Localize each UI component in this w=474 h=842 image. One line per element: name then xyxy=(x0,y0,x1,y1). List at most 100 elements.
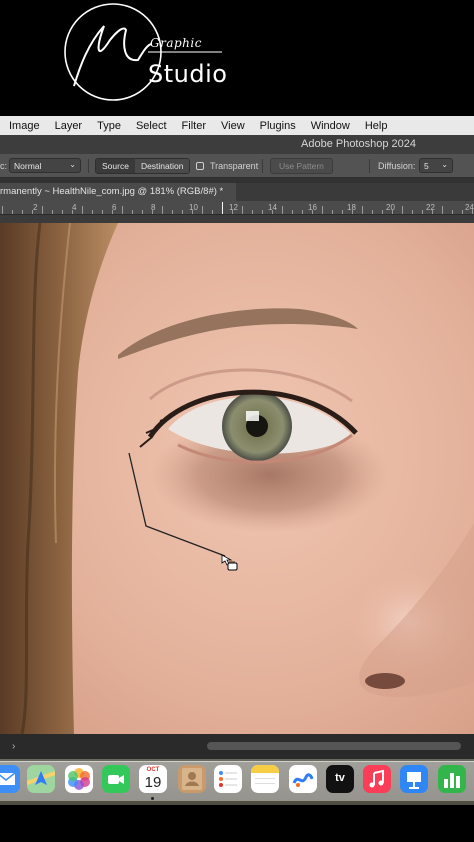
ruler-tick xyxy=(392,210,393,214)
ruler-tick xyxy=(102,210,103,214)
ruler-tick xyxy=(462,210,463,214)
ruler-tick xyxy=(22,210,23,214)
music-icon[interactable] xyxy=(363,765,391,793)
mail-icon[interactable] xyxy=(0,765,20,793)
ruler-gutter xyxy=(0,215,474,223)
bottom-bar xyxy=(0,805,474,842)
ruler-tick xyxy=(262,210,263,214)
ruler-tick xyxy=(372,210,373,214)
logo-studio-text: Studio xyxy=(148,60,228,88)
horizontal-scrollbar[interactable]: › xyxy=(0,734,474,759)
ruler-tick xyxy=(152,210,153,214)
ruler-tick xyxy=(212,210,213,214)
ruler-label: 12 xyxy=(229,203,238,212)
maps-icon[interactable] xyxy=(27,765,55,793)
ruler-tick xyxy=(402,206,403,214)
numbers-icon[interactable] xyxy=(438,765,466,793)
notes-icon[interactable] xyxy=(251,765,279,793)
ruler-tick xyxy=(362,206,363,214)
ruler-tick xyxy=(302,210,303,214)
ruler-label: 20 xyxy=(386,203,395,212)
ruler-tick xyxy=(312,210,313,214)
ruler-tick xyxy=(172,210,173,214)
ruler-tick xyxy=(272,210,273,214)
menu-layer[interactable]: Layer xyxy=(55,120,83,132)
appletv-icon[interactable]: tv xyxy=(326,765,354,793)
blend-mode-dropdown[interactable]: Normal ⌄ xyxy=(9,158,81,173)
ruler-tick xyxy=(422,210,423,214)
ruler-tick xyxy=(82,206,83,214)
menu-bar: Image Layer Type Select Filter View Plug… xyxy=(0,116,474,135)
face-photo xyxy=(0,223,474,734)
app-title: Adobe Photoshop 2024 xyxy=(301,138,416,150)
diffusion-dropdown[interactable]: 5 ⌄ xyxy=(419,158,453,173)
running-indicator xyxy=(151,797,154,800)
document-tab[interactable]: rmanently ~ HealthNile_com.jpg @ 181% (R… xyxy=(0,183,236,201)
options-bar: c: Normal ⌄ Source Destination Transpare… xyxy=(0,154,474,178)
image-canvas[interactable] xyxy=(0,223,474,734)
ruler-tick xyxy=(62,210,63,214)
appletv-label: tv xyxy=(335,772,345,784)
document-tab-bar: rmanently ~ HealthNile_com.jpg @ 181% (R… xyxy=(0,183,474,201)
logo-mark xyxy=(64,3,222,101)
scrollbar-thumb[interactable] xyxy=(207,742,461,750)
menu-help[interactable]: Help xyxy=(365,120,388,132)
divider xyxy=(369,159,370,173)
menu-filter[interactable]: Filter xyxy=(182,120,206,132)
divider xyxy=(88,159,89,173)
blend-mode-value: Normal xyxy=(14,161,42,171)
menu-view[interactable]: View xyxy=(221,120,245,132)
menu-type[interactable]: Type xyxy=(97,120,121,132)
ruler-tick xyxy=(162,206,163,214)
ruler-tick xyxy=(382,210,383,214)
ruler-tick xyxy=(352,210,353,214)
ruler-tick xyxy=(142,210,143,214)
ruler-tick xyxy=(442,206,443,214)
ruler-label: 2 xyxy=(33,203,38,212)
transparent-checkbox[interactable] xyxy=(196,162,204,170)
contacts-icon[interactable] xyxy=(178,765,206,793)
ruler-tick xyxy=(342,210,343,214)
source-destination-toggle: Source Destination xyxy=(95,158,191,174)
reminders-icon[interactable] xyxy=(214,765,242,793)
ruler-tick xyxy=(252,210,253,214)
facetime-icon[interactable] xyxy=(102,765,130,793)
ruler-label: 10 xyxy=(189,203,198,212)
mode-label: c: xyxy=(0,161,8,171)
destination-button[interactable]: Destination xyxy=(134,159,190,173)
title-bar: Adobe Photoshop 2024 xyxy=(0,135,474,154)
ruler-tick xyxy=(282,206,283,214)
ruler-tick xyxy=(332,210,333,214)
logo-banner: Graphic Studio xyxy=(0,0,474,116)
transparent-label: Transparent xyxy=(210,161,259,171)
use-pattern-button[interactable]: Use Pattern xyxy=(270,158,333,174)
menu-image[interactable]: Image xyxy=(9,120,40,132)
ruler-tick xyxy=(12,210,13,214)
ruler-tick xyxy=(52,210,53,214)
ruler-tick xyxy=(112,210,113,214)
photos-icon[interactable] xyxy=(65,765,93,793)
menu-select[interactable]: Select xyxy=(136,120,167,132)
ruler-tick xyxy=(42,206,43,214)
ruler-tick xyxy=(122,206,123,214)
ruler-tick xyxy=(182,210,183,214)
calendar-day: 19 xyxy=(144,774,162,791)
ruler-tick xyxy=(92,210,93,214)
freeform-icon[interactable] xyxy=(289,765,317,793)
chevron-down-icon: ⌄ xyxy=(69,160,76,169)
ruler-tick xyxy=(432,210,433,214)
menu-window[interactable]: Window xyxy=(311,120,350,132)
ruler-tick xyxy=(192,210,193,214)
calendar-icon[interactable]: OCT 19 xyxy=(139,765,167,793)
ruler-tick xyxy=(452,210,453,214)
chevron-right-icon[interactable]: › xyxy=(12,741,15,752)
ruler-tick xyxy=(412,210,413,214)
ruler-tick xyxy=(292,210,293,214)
menu-plugins[interactable]: Plugins xyxy=(260,120,296,132)
logo-graphic-text: Graphic xyxy=(150,36,202,50)
ruler-tick xyxy=(202,206,203,214)
ruler-tick xyxy=(2,206,3,214)
ruler-tick xyxy=(242,206,243,214)
source-button[interactable]: Source xyxy=(96,159,135,173)
keynote-icon[interactable] xyxy=(400,765,428,793)
